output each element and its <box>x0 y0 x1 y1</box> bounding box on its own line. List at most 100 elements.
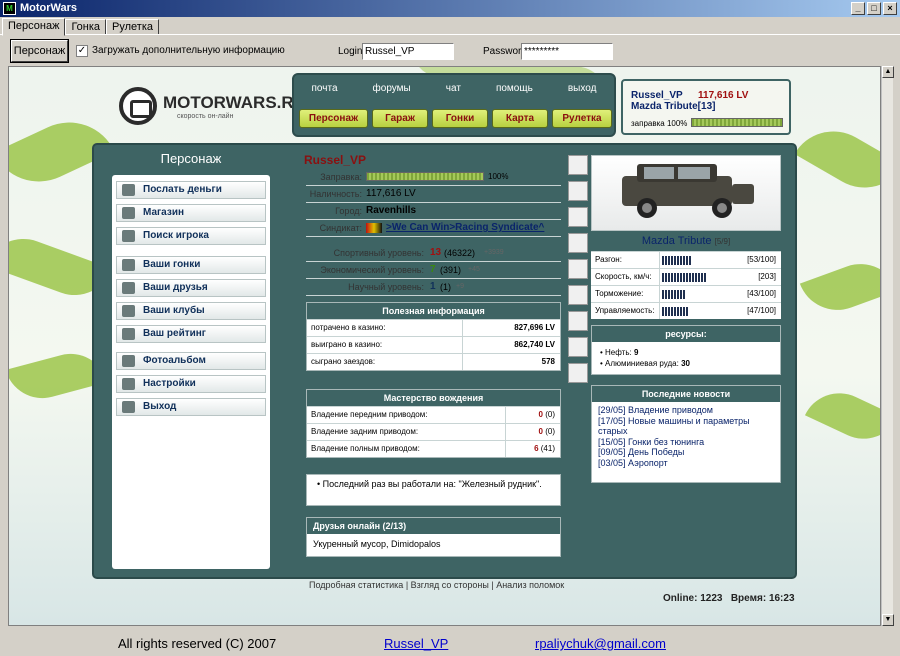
copyright-text: All rights reserved (C) 2007 <box>118 636 277 651</box>
nav-button-roulette[interactable]: Рулетка <box>552 109 612 128</box>
web-view: MOTORWARS.RU скорость он-лайн почта фору… <box>8 66 881 626</box>
online-count: 1223 <box>700 593 723 604</box>
sidebar-item-photo-album[interactable]: Фотоальбом <box>116 352 266 370</box>
news-title: Последние новости <box>592 386 780 402</box>
syndicate-link[interactable]: >We Can Win>Racing Syndicate^ <box>386 220 544 236</box>
table-row: Владение задним приводом: 0 (0) <box>307 423 560 440</box>
login-input[interactable]: Russel_VP <box>362 43 454 60</box>
nav-button-garage[interactable]: Гараж <box>372 109 428 128</box>
brake-disc-icon[interactable] <box>568 259 588 279</box>
table-row: Владение полным приводом: 6 (41) <box>307 440 560 457</box>
nav-link-chat[interactable]: чат <box>446 83 461 94</box>
news-item[interactable]: [03/05] Аэропорт <box>598 458 774 469</box>
status-email-link[interactable]: rpaliychuk@gmail.com <box>535 636 666 651</box>
engine-part-icon[interactable] <box>568 337 588 357</box>
row-label: Владение полным приводом: <box>311 444 420 453</box>
scroll-up-icon[interactable]: ▲ <box>882 66 894 78</box>
sidebar-item-your-clubs[interactable]: Ваши клубы <box>116 302 266 320</box>
fuel-bar <box>691 118 783 127</box>
row-sub: (41) <box>540 444 555 453</box>
logo-text: MOTORWARS.RU <box>163 93 306 112</box>
nav-button-personazh[interactable]: Персонаж <box>299 109 368 128</box>
turbo-part-icon[interactable] <box>568 311 588 331</box>
personazh-button[interactable]: Персонаж <box>10 39 69 63</box>
news-item[interactable]: [17/05] Новые машины и параметры старых <box>598 416 774 437</box>
scroll-down-icon[interactable]: ▼ <box>882 614 894 626</box>
minimize-button[interactable]: _ <box>851 2 865 15</box>
tab-ruletka[interactable]: Рулетка <box>106 19 160 35</box>
sidebar-item-settings[interactable]: Настройки <box>116 375 266 393</box>
status-user-link[interactable]: Russel_VP <box>384 636 448 651</box>
transmission-part-icon[interactable] <box>568 363 588 383</box>
user-car[interactable]: Mazda Tribute[13] <box>631 101 715 112</box>
car-image[interactable] <box>591 155 781 231</box>
leaf-decoration <box>799 252 880 322</box>
site-logo[interactable]: MOTORWARS.RU скорость он-лайн <box>119 87 306 127</box>
level-delta: +45 <box>468 266 480 273</box>
nav-button-map[interactable]: Карта <box>492 109 548 128</box>
tire-part-icon[interactable] <box>568 181 588 201</box>
row-label: сыграно заездов: <box>311 357 376 366</box>
row-label: выиграно в казино: <box>311 340 383 349</box>
level-label: Спортивный уровень: <box>333 248 424 258</box>
close-button[interactable]: × <box>883 2 897 15</box>
row-value: 0 <box>538 427 543 436</box>
money-icon <box>122 184 135 196</box>
camera-icon <box>122 355 135 367</box>
sidebar-item-shop[interactable]: Магазин <box>116 204 266 222</box>
link-outside-view[interactable]: Взгляд со стороны <box>411 580 489 590</box>
maximize-button[interactable]: □ <box>867 2 881 15</box>
stat-label: Управляемость: <box>595 306 655 315</box>
stat-bar <box>662 256 692 265</box>
sidebar-item-exit[interactable]: Выход <box>116 398 266 416</box>
login-label: Login <box>338 46 363 57</box>
stat-value: [203] <box>758 272 776 281</box>
row-label: Владение передним приводом: <box>311 410 428 419</box>
load-info-checkbox[interactable]: ✓ <box>76 45 88 57</box>
level-row: Спортивный уровень: 13 (46322) +3939 <box>306 245 561 262</box>
stat-value: [43/100] <box>747 289 776 298</box>
level-points: (391) <box>440 265 462 275</box>
nav-link-mail[interactable]: почта <box>312 83 338 94</box>
friends-online-title: Друзья онлайн (2/13) <box>307 518 560 534</box>
spring-part-icon[interactable] <box>568 233 588 253</box>
password-input[interactable]: ********* <box>521 43 613 60</box>
sidebar-item-find-player[interactable]: Поиск игрока <box>116 227 266 245</box>
window-titlebar: M MotorWars _ □ × <box>0 0 900 17</box>
news-item[interactable]: [15/05] Гонки без тюнинга <box>598 437 774 448</box>
link-breakdown-analysis[interactable]: Анализ поломок <box>496 580 564 590</box>
stat-label: Торможение: <box>595 289 644 298</box>
level-value: 13 <box>430 247 442 258</box>
level-label: Научный уровень: <box>348 282 424 292</box>
sidebar-item-your-rating[interactable]: Ваш рейтинг <box>116 325 266 343</box>
news-item[interactable]: [29/05] Владение приводом <box>598 405 774 416</box>
exhaust-part-icon[interactable] <box>568 155 588 175</box>
nav-link-forums[interactable]: форумы <box>373 83 411 94</box>
tab-personazh[interactable]: Персонаж <box>2 18 66 36</box>
sidebar-item-your-races[interactable]: Ваши гонки <box>116 256 266 274</box>
news-item[interactable]: [09/05] День Победы <box>598 447 774 458</box>
suv-icon <box>622 164 754 218</box>
sidebar-item-send-money[interactable]: Послать деньги <box>116 181 266 199</box>
sidebar-item-label: Ваши клубы <box>143 305 205 316</box>
sidebar-item-your-friends[interactable]: Ваши друзья <box>116 279 266 297</box>
nav-link-help[interactable]: помощь <box>496 83 533 94</box>
link-detailed-stats[interactable]: Подробная статистика <box>309 580 403 590</box>
nav-link-exit[interactable]: выход <box>568 83 597 94</box>
logo-emblem-icon <box>119 87 157 125</box>
clubs-icon <box>122 305 135 317</box>
nav-button-races[interactable]: Гонки <box>432 109 488 128</box>
tab-gonka[interactable]: Гонка <box>65 19 107 35</box>
profile-title: Russel_VP <box>304 153 367 167</box>
car-level: [5/9] <box>714 237 731 246</box>
profile-cash-row: Наличность: 117,616 LV <box>306 186 561 203</box>
last-work-text: Последний раз вы работали на: "Железный … <box>322 479 542 489</box>
profile-fuel-row: Заправка: 100% <box>306 169 561 186</box>
friends-online-list[interactable]: Укуренный мусор, Dimidopalos <box>307 534 560 554</box>
vertical-scrollbar[interactable]: ▲ ▼ <box>881 66 894 626</box>
rating-icon <box>122 328 135 340</box>
user-name[interactable]: Russel_VP <box>631 90 683 101</box>
pipe-part-icon[interactable] <box>568 207 588 227</box>
gear-part-icon[interactable] <box>568 285 588 305</box>
profile-syndicate-row: Синдикат: >We Can Win>Racing Syndicate^ <box>306 220 561 237</box>
